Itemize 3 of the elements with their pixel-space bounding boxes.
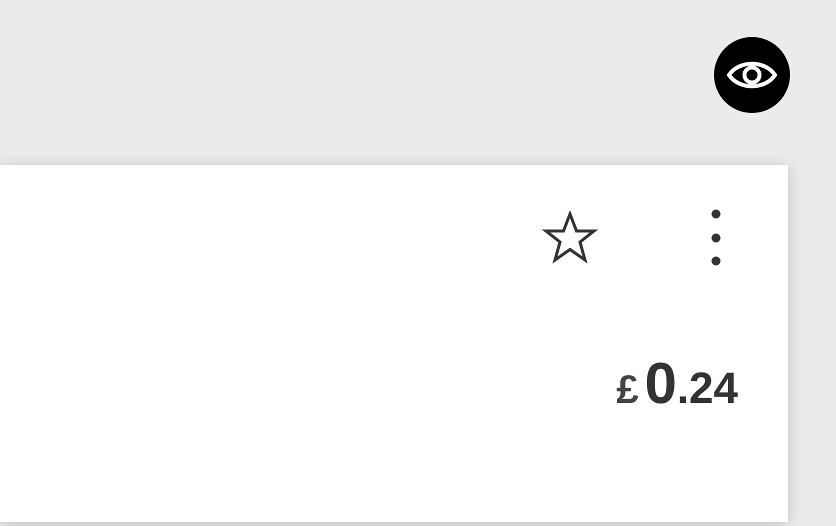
star-icon[interactable] <box>542 211 598 265</box>
price: £0.24 <box>616 355 738 413</box>
more-options-icon[interactable] <box>710 209 722 267</box>
